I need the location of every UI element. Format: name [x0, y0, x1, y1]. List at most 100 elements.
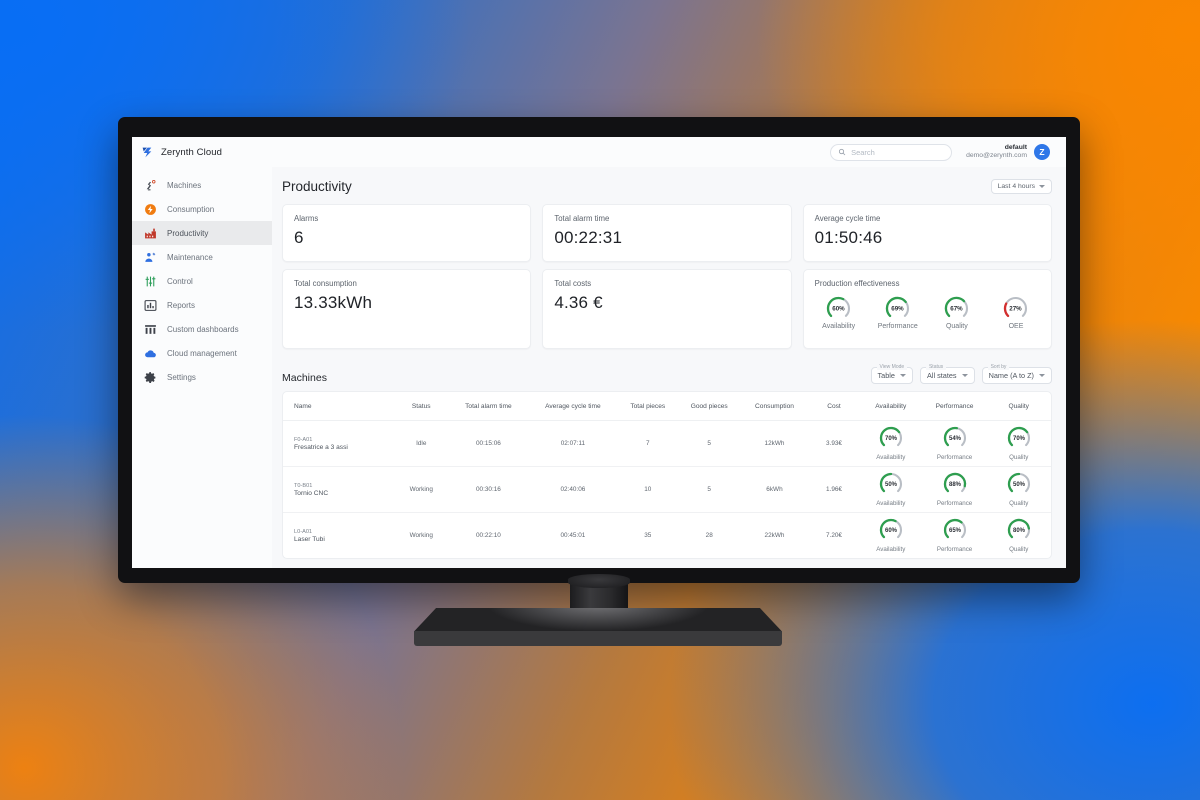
cell-consumption: 22kWh [740, 513, 809, 559]
avatar[interactable]: Z [1034, 144, 1050, 160]
sort-by-value: Name (A to Z) [989, 371, 1034, 380]
sidebar-item-settings[interactable]: Settings [132, 365, 272, 389]
search-box[interactable] [830, 144, 952, 161]
machine-label: Laser Tubi [294, 536, 394, 543]
view-mode-select[interactable]: View Mode Table [871, 367, 913, 384]
kpi-cards-row-1: Alarms 6 Total alarm time 00:22:31 Avera… [282, 204, 1052, 262]
gauge-label: Quality [998, 454, 1040, 461]
table-header-status[interactable]: Status [394, 392, 448, 421]
sidebar-item-cloud-management[interactable]: Cloud management [132, 341, 272, 365]
sidebar-item-reports[interactable]: Reports [132, 293, 272, 317]
gauge-label: Availability [817, 323, 861, 330]
machine-label: Tornio CNC [294, 490, 394, 497]
row-gauge-availability: 70% Availability [870, 425, 912, 461]
gauge-label: Performance [934, 454, 976, 461]
page-header: Productivity Last 4 hours [282, 175, 1052, 197]
gauge-label: Availability [870, 546, 912, 553]
factory-icon [144, 227, 157, 240]
cell-availability-gauge: 50% Availability [859, 467, 923, 513]
kpi-value: 4.36 € [554, 293, 779, 313]
monitor-base-lip [414, 631, 782, 646]
gauge-label: Quality [998, 500, 1040, 507]
cell-cost: 1.96€ [809, 467, 859, 513]
svg-text:80%: 80% [1013, 528, 1026, 534]
row-gauge-availability: 50% Availability [870, 471, 912, 507]
card-title: Production effectiveness [815, 279, 1040, 288]
view-mode-value: Table [878, 371, 895, 380]
sort-by-select[interactable]: Sort by Name (A to Z) [982, 367, 1052, 384]
sidebar-label: Cloud management [167, 349, 237, 358]
cell-total-alarm-time: 00:22:10 [448, 513, 529, 559]
cell-availability-gauge: 60% Availability [859, 513, 923, 559]
gauge-dial: 65% [942, 538, 968, 545]
kpi-value: 13.33kWh [294, 293, 519, 313]
row-gauge-quality: 70% Quality [998, 425, 1040, 461]
sort-by-legend: Sort by [988, 364, 1010, 370]
svg-text:67%: 67% [951, 306, 964, 313]
status-legend: Status [926, 364, 946, 370]
kpi-value: 01:50:46 [815, 228, 1040, 248]
table-header-good-pieces[interactable]: Good pieces [678, 392, 739, 421]
sidebar-label: Reports [167, 301, 195, 310]
machine-code: L0-A01 [294, 529, 394, 535]
table-header-consumption[interactable]: Consumption [740, 392, 809, 421]
user-menu[interactable]: default demo@zerynth.com Z [966, 144, 1050, 161]
search-icon [838, 148, 846, 156]
table-header-total-pieces[interactable]: Total pieces [617, 392, 678, 421]
time-range-selector[interactable]: Last 4 hours [991, 179, 1052, 194]
table-row[interactable]: T0-B01 Tornio CNCWorking00:30:1602:40:06… [283, 467, 1051, 513]
cell-good-pieces: 28 [678, 513, 739, 559]
table-row[interactable]: F0-A01 Fresatrice a 3 assiIdle00:15:0602… [283, 421, 1051, 467]
cloud-icon [144, 347, 157, 360]
table-header-availability[interactable]: Availability [859, 392, 923, 421]
chevron-down-icon [900, 374, 906, 377]
kpi-value: 00:22:31 [554, 228, 779, 248]
table-header-total-alarm-time[interactable]: Total alarm time [448, 392, 529, 421]
cell-availability-gauge: 70% Availability [859, 421, 923, 467]
gauge-dial: 50% [878, 492, 904, 499]
sidebar-item-control[interactable]: Control [132, 269, 272, 293]
svg-text:60%: 60% [885, 528, 898, 534]
table-header-quality[interactable]: Quality [986, 392, 1051, 421]
gauge-label: Performance [876, 323, 920, 330]
sidebar-item-maintenance[interactable]: Maintenance [132, 245, 272, 269]
table-header-average-cycle-time[interactable]: Average cycle time [529, 392, 617, 421]
gauge-dial: 54% [942, 446, 968, 453]
cell-good-pieces: 5 [678, 467, 739, 513]
machines-filters: View Mode Table Status All states Sort b… [871, 367, 1052, 384]
sidebar-item-custom-dashboards[interactable]: Custom dashboards [132, 317, 272, 341]
svg-text:60%: 60% [832, 306, 845, 313]
zerynth-cloud-app: Zerynth Cloud default demo@zerynth.com Z [132, 137, 1066, 568]
svg-text:65%: 65% [949, 528, 962, 534]
table-header-performance[interactable]: Performance [923, 392, 987, 421]
monitor-screen: Zerynth Cloud default demo@zerynth.com Z [132, 137, 1066, 568]
kpi-card-total-costs: Total costs 4.36 € [542, 269, 791, 349]
sidebar-item-machines[interactable]: Machines [132, 173, 272, 197]
sidebar-label: Maintenance [167, 253, 213, 262]
user-org: default [966, 144, 1027, 152]
row-gauge-quality: 50% Quality [998, 471, 1040, 507]
gauge-dial: 70% [878, 446, 904, 453]
machine-code: F0-A01 [294, 437, 394, 443]
cell-total-pieces: 10 [617, 467, 678, 513]
table-row[interactable]: L0-A01 Laser TubiWorking00:22:1000:45:01… [283, 513, 1051, 559]
sidebar-item-productivity[interactable]: Productivity [132, 221, 272, 245]
gauge-dial: 60% [817, 295, 861, 322]
sidebar-item-consumption[interactable]: Consumption [132, 197, 272, 221]
sidebar-label: Settings [167, 373, 196, 382]
table-header-name[interactable]: Name [283, 392, 394, 421]
gauge-dial: 69% [876, 295, 920, 322]
gauge-label: Availability [870, 454, 912, 461]
sidebar-label: Control [167, 277, 193, 286]
svg-text:70%: 70% [885, 436, 898, 442]
brand[interactable]: Zerynth Cloud [141, 146, 272, 159]
cell-status: Idle [394, 421, 448, 467]
chevron-down-icon [1039, 185, 1045, 188]
time-range-value: Last 4 hours [998, 183, 1035, 190]
chevron-down-icon [962, 374, 968, 377]
kpi-label: Average cycle time [815, 214, 1040, 223]
gauge-label: Performance [934, 500, 976, 507]
table-header-cost[interactable]: Cost [809, 392, 859, 421]
search-input[interactable] [851, 148, 944, 157]
status-select[interactable]: Status All states [920, 367, 975, 384]
